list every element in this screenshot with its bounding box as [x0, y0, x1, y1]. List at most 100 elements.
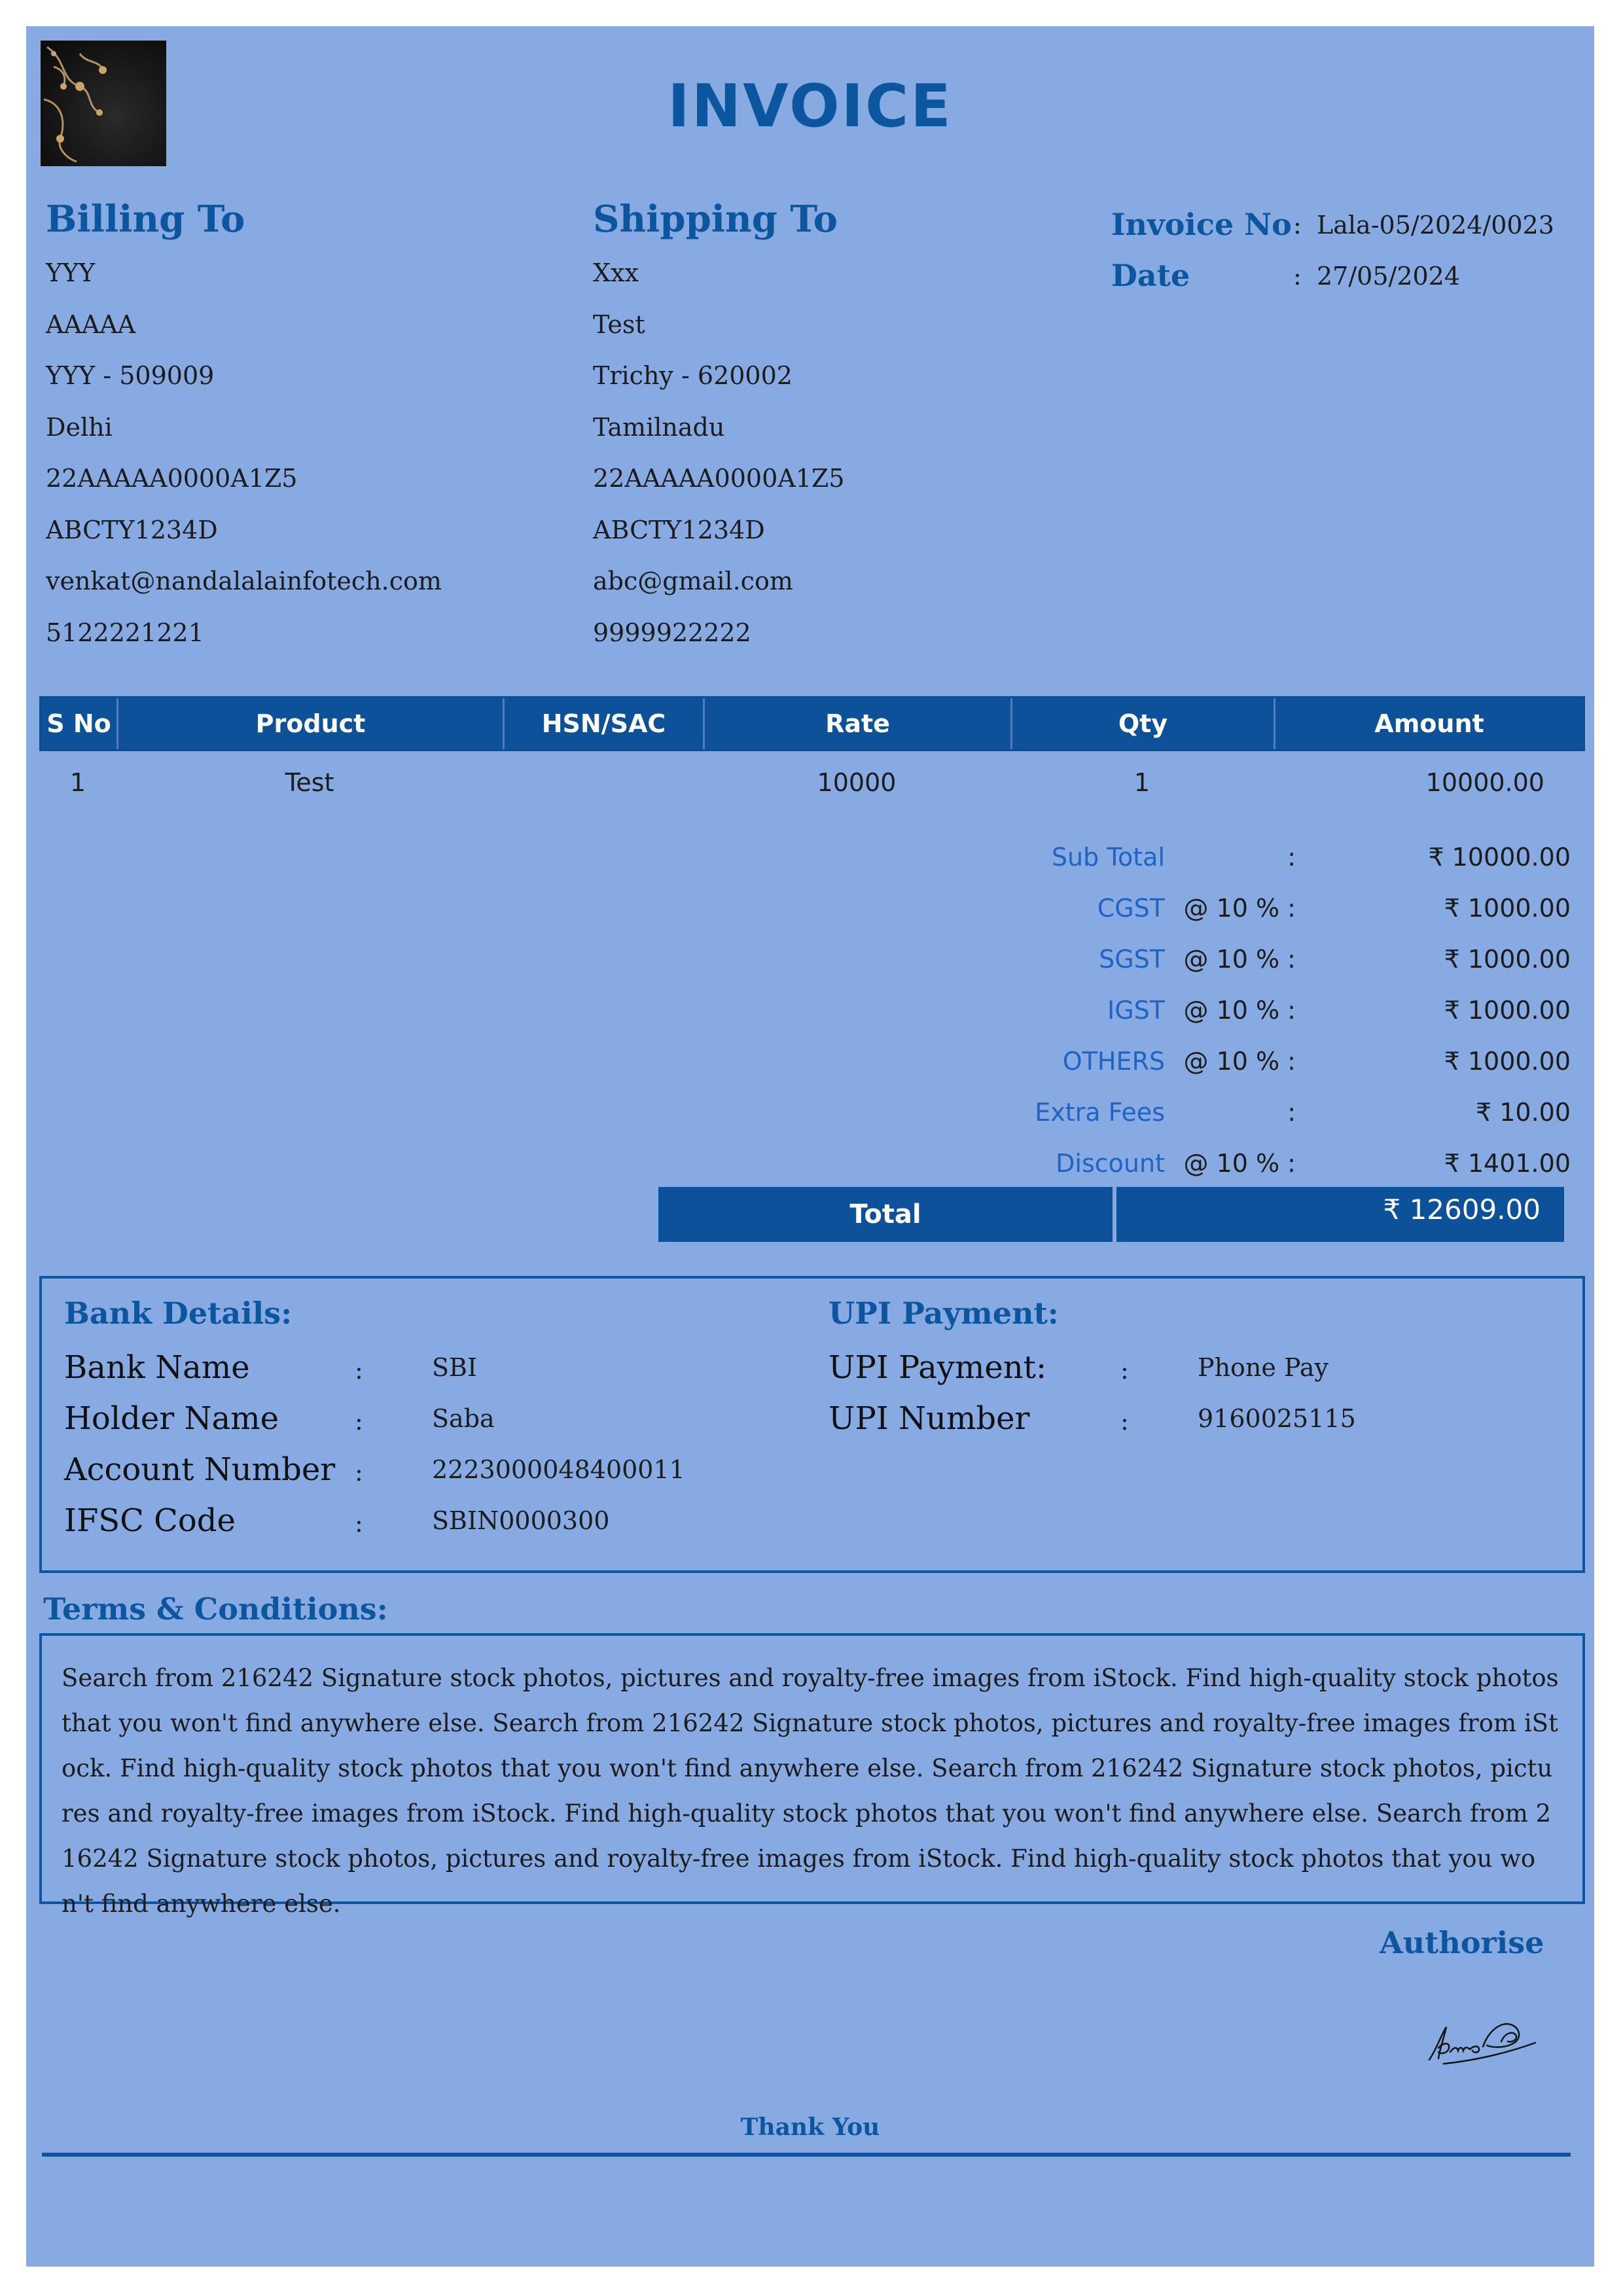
col-hsn: HSN/SAC — [505, 698, 705, 749]
summary-value: ₹ 1000.00 — [1444, 894, 1571, 923]
billing-line: AAAAA — [46, 309, 136, 339]
summary-row-igst: IGST @ 10 % : ₹ 1000.00 — [838, 996, 1571, 1047]
summary-row-subtotal: Sub Total : ₹ 10000.00 — [838, 843, 1571, 894]
total-value-cell: ₹ 12609.00 — [1116, 1187, 1564, 1242]
date-label: Date — [1111, 258, 1190, 293]
date-colon: : — [1293, 262, 1302, 291]
ifsc-label: IFSC Code — [64, 1502, 236, 1539]
cell-rate: 10000 — [817, 768, 897, 797]
upi-payment-value: Phone Pay — [1198, 1353, 1329, 1382]
billing-phone: 5122221221 — [46, 618, 204, 647]
signature — [1424, 2009, 1542, 2068]
summary-value: ₹ 10000.00 — [1428, 843, 1571, 872]
billing-pan: ABCTY1234D — [46, 515, 218, 544]
summary-value: ₹ 1401.00 — [1444, 1149, 1571, 1178]
bank-name-colon: : — [355, 1356, 363, 1385]
invoice-title: INVOICE — [668, 72, 953, 141]
total-label-cell: Total — [658, 1187, 1113, 1242]
shipping-line: Test — [593, 309, 645, 339]
summary-label: Sub Total — [1051, 843, 1165, 872]
billing-line: Delhi — [46, 412, 113, 442]
total-value: ₹ 12609.00 — [1383, 1193, 1541, 1226]
holder-name-colon: : — [355, 1407, 363, 1436]
cell-qty: 1 — [1133, 768, 1150, 797]
terms-text: Search from 216242 Signature stock photo… — [62, 1664, 1559, 1918]
summary-row-sgst: SGST @ 10 % : ₹ 1000.00 — [838, 945, 1571, 996]
summary-label: CGST — [1097, 894, 1165, 923]
items-table-header: S No Product HSN/SAC Rate Qty Amount — [39, 696, 1585, 751]
summary-rate: @ 10 % : — [1183, 1149, 1296, 1178]
shipping-pan: ABCTY1234D — [593, 515, 765, 544]
account-number-value: 2223000048400011 — [432, 1455, 685, 1484]
shipping-phone: 9999922222 — [593, 618, 751, 647]
summary-rate: @ 10 % : — [1183, 894, 1296, 923]
shipping-line: Xxx — [593, 258, 639, 287]
payment-details-box: Bank Details: Bank Name : SBI Holder Nam… — [39, 1276, 1585, 1573]
shipping-gstin: 22AAAAA0000A1Z5 — [593, 464, 845, 493]
upi-payment-colon: : — [1120, 1356, 1129, 1385]
upi-number-label: UPI Number — [829, 1400, 1030, 1437]
billing-line: YYY — [46, 258, 96, 287]
upi-heading: UPI Payment: — [829, 1296, 1059, 1331]
thank-you-text: Thank You — [740, 2113, 880, 2141]
upi-number-colon: : — [1120, 1407, 1129, 1436]
invoice-page: INVOICE Billing To YYY AAAAA YYY - 50900… — [26, 26, 1594, 2267]
summary-label: Discount — [1056, 1149, 1165, 1178]
summary-label: SGST — [1099, 945, 1165, 974]
shipping-heading: Shipping To — [593, 198, 838, 241]
summary-value: ₹ 1000.00 — [1444, 945, 1571, 974]
summary-row-extra-fees: Extra Fees : ₹ 10.00 — [838, 1098, 1571, 1149]
summary-value: ₹ 1000.00 — [1444, 996, 1571, 1025]
summary-label: IGST — [1107, 996, 1165, 1025]
invoice-no-colon: : — [1293, 211, 1302, 239]
holder-name-label: Holder Name — [64, 1400, 279, 1437]
bank-heading: Bank Details: — [64, 1296, 293, 1331]
terms-box: Search from 216242 Signature stock photo… — [39, 1633, 1585, 1918]
account-number-label: Account Number — [64, 1451, 336, 1488]
holder-name-value: Saba — [432, 1404, 495, 1433]
table-row: 1 Test 10000 1 10000.00 — [39, 768, 1585, 807]
col-qty: Qty — [1012, 698, 1275, 749]
bank-name-value: SBI — [432, 1353, 477, 1382]
authorise-label: Authorise — [1380, 1925, 1544, 1960]
ifsc-colon: : — [355, 1509, 363, 1538]
shipping-address: Xxx Test Trichy - 620002 Tamilnadu 22AAA… — [593, 247, 844, 658]
date-value: 27/05/2024 — [1317, 262, 1461, 291]
summary-rate: : — [1287, 1098, 1296, 1127]
bank-name-label: Bank Name — [64, 1349, 250, 1386]
invoice-no-value: Lala-05/2024/0023 — [1317, 211, 1554, 239]
summary-rate: @ 10 % : — [1183, 996, 1296, 1025]
summary-rate: : — [1287, 843, 1296, 872]
summary-label: OTHERS — [1062, 1047, 1165, 1076]
billing-address: YYY AAAAA YYY - 509009 Delhi 22AAAAA0000… — [46, 247, 442, 658]
total-label: Total — [849, 1199, 921, 1229]
summary-block: Sub Total : ₹ 10000.00 CGST @ 10 % : ₹ 1… — [838, 843, 1571, 1200]
col-rate: Rate — [705, 698, 1012, 749]
invoice-no-label: Invoice No — [1111, 207, 1292, 242]
billing-gstin: 22AAAAA0000A1Z5 — [46, 464, 298, 493]
summary-row-cgst: CGST @ 10 % : ₹ 1000.00 — [838, 894, 1571, 945]
upi-number-value: 9160025115 — [1198, 1404, 1356, 1433]
upi-payment-label: UPI Payment: — [829, 1349, 1047, 1386]
signature-icon — [1428, 2022, 1537, 2065]
footer-divider — [42, 2153, 1571, 2157]
cell-sno: 1 — [69, 768, 86, 797]
ifsc-value: SBIN0000300 — [432, 1506, 610, 1535]
summary-rate: @ 10 % : — [1183, 1047, 1296, 1076]
col-sno: S No — [41, 698, 118, 749]
summary-rate: @ 10 % : — [1183, 945, 1296, 974]
account-number-colon: : — [355, 1458, 363, 1487]
billing-heading: Billing To — [46, 198, 245, 241]
col-amount: Amount — [1374, 709, 1484, 738]
summary-row-others: OTHERS @ 10 % : ₹ 1000.00 — [838, 1047, 1571, 1098]
terms-heading: Terms & Conditions: — [43, 1591, 388, 1627]
summary-value: ₹ 1000.00 — [1444, 1047, 1571, 1076]
cell-product: Test — [285, 768, 334, 797]
shipping-email: abc@gmail.com — [593, 567, 793, 595]
billing-line: YYY - 509009 — [46, 361, 215, 390]
summary-value: ₹ 10.00 — [1475, 1098, 1571, 1127]
cell-amount: 10000.00 — [1425, 768, 1544, 797]
shipping-line: Trichy - 620002 — [593, 361, 793, 390]
shipping-line: Tamilnadu — [593, 412, 725, 442]
summary-label: Extra Fees — [1035, 1098, 1165, 1127]
